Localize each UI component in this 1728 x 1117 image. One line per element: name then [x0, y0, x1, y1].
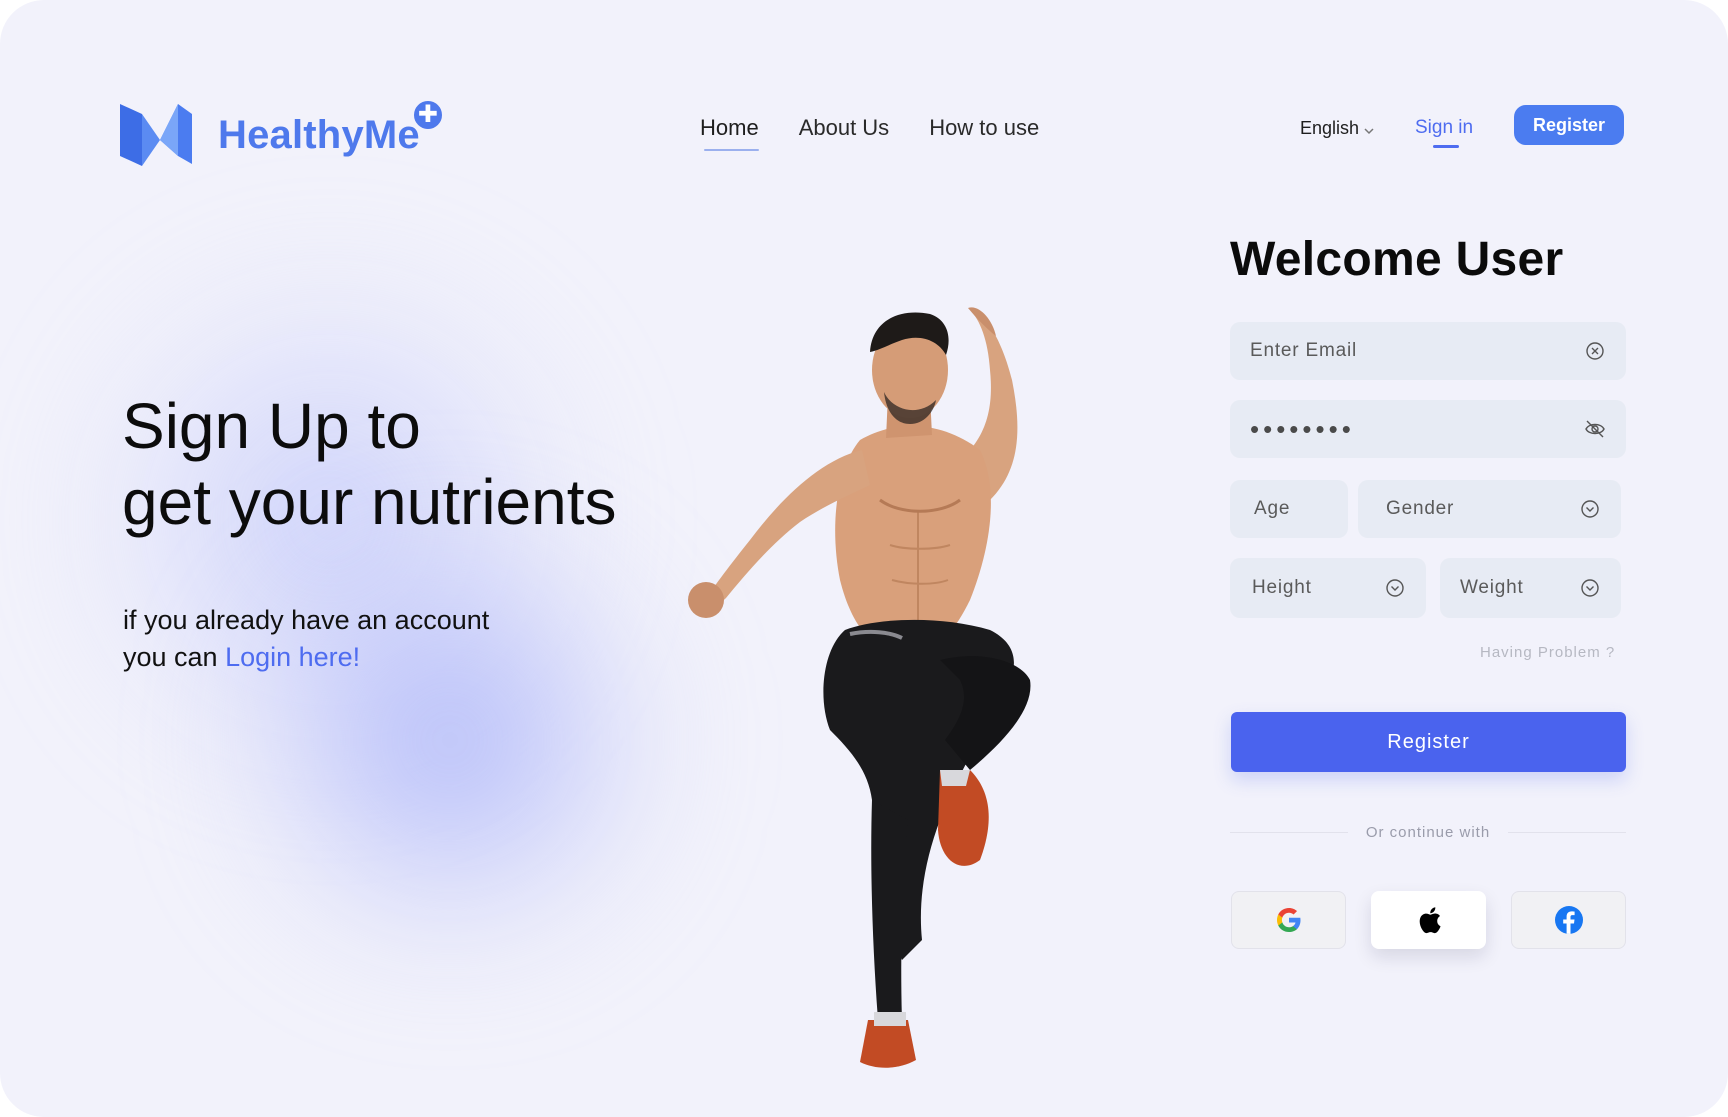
header-register-button[interactable]: Register — [1514, 105, 1624, 145]
hero-title-line-1: Sign Up to — [122, 390, 421, 462]
apple-login-button[interactable] — [1371, 891, 1486, 949]
continue-divider: Or continue with — [1230, 822, 1627, 842]
divider-line — [1508, 831, 1627, 833]
facebook-login-button[interactable] — [1511, 891, 1626, 949]
hero-subtitle-prefix: you can — [123, 642, 226, 672]
main-nav: Home About Us How to use — [700, 115, 1039, 151]
clear-icon[interactable] — [1584, 340, 1606, 362]
gender-select[interactable]: Gender — [1358, 480, 1621, 538]
chevron-down-icon — [1579, 577, 1601, 599]
hero-subtitle-line-2: you can Login here! — [123, 639, 489, 676]
eye-off-icon[interactable] — [1584, 418, 1606, 440]
hero-subtitle-line-1: if you already have an account — [123, 605, 490, 635]
weight-placeholder: Weight — [1460, 577, 1524, 598]
logo-mark-icon — [120, 104, 192, 166]
password-field[interactable]: •••••••• — [1230, 400, 1626, 458]
plus-icon: ✚ — [411, 98, 444, 131]
register-button[interactable]: Register — [1231, 712, 1626, 772]
height-placeholder: Height — [1252, 577, 1312, 598]
divider-line — [1230, 831, 1348, 833]
age-placeholder: Age — [1254, 498, 1291, 519]
language-select[interactable]: English — [1300, 118, 1375, 139]
login-link[interactable]: Login here! — [225, 642, 360, 672]
divider-label: Or continue with — [1365, 823, 1491, 841]
nav-how-to-use[interactable]: How to use — [929, 115, 1039, 141]
facebook-icon — [1554, 906, 1583, 934]
page: HealthyMe ✚ Home About Us How to use Eng… — [0, 0, 1728, 1117]
sign-in-link[interactable]: Sign in — [1415, 117, 1473, 148]
language-label: English — [1300, 118, 1360, 138]
background-glow — [230, 520, 670, 960]
chevron-down-icon — [1364, 127, 1374, 134]
hero-subtitle: if you already have an account you can L… — [123, 602, 489, 676]
nav-about-us[interactable]: About Us — [799, 115, 890, 141]
brand-name: HealthyMe ✚ — [218, 98, 444, 158]
logo[interactable]: HealthyMe ✚ — [120, 98, 444, 170]
age-field[interactable]: Age — [1230, 480, 1348, 538]
email-placeholder: Enter Email — [1250, 340, 1358, 361]
google-login-button[interactable] — [1231, 891, 1346, 949]
form-title: Welcome User — [1230, 233, 1564, 286]
email-field[interactable]: Enter Email — [1230, 322, 1626, 380]
apple-icon — [1419, 907, 1440, 934]
gender-placeholder: Gender — [1386, 498, 1455, 519]
weight-select[interactable]: Weight — [1440, 558, 1621, 618]
google-icon — [1276, 908, 1300, 932]
hero-title-line-2: get your nutrients — [122, 466, 617, 538]
nav-home[interactable]: Home — [700, 115, 759, 151]
chevron-down-icon — [1384, 577, 1406, 599]
athlete-image — [688, 307, 1031, 1068]
brand-text: HealthyMe — [218, 112, 420, 157]
password-value: •••••••• — [1250, 413, 1355, 444]
hero-title: Sign Up to get your nutrients — [122, 388, 617, 540]
chevron-down-icon — [1579, 498, 1601, 520]
height-select[interactable]: Height — [1230, 558, 1426, 618]
having-problem-link[interactable]: Having Problem ? — [1480, 644, 1615, 661]
